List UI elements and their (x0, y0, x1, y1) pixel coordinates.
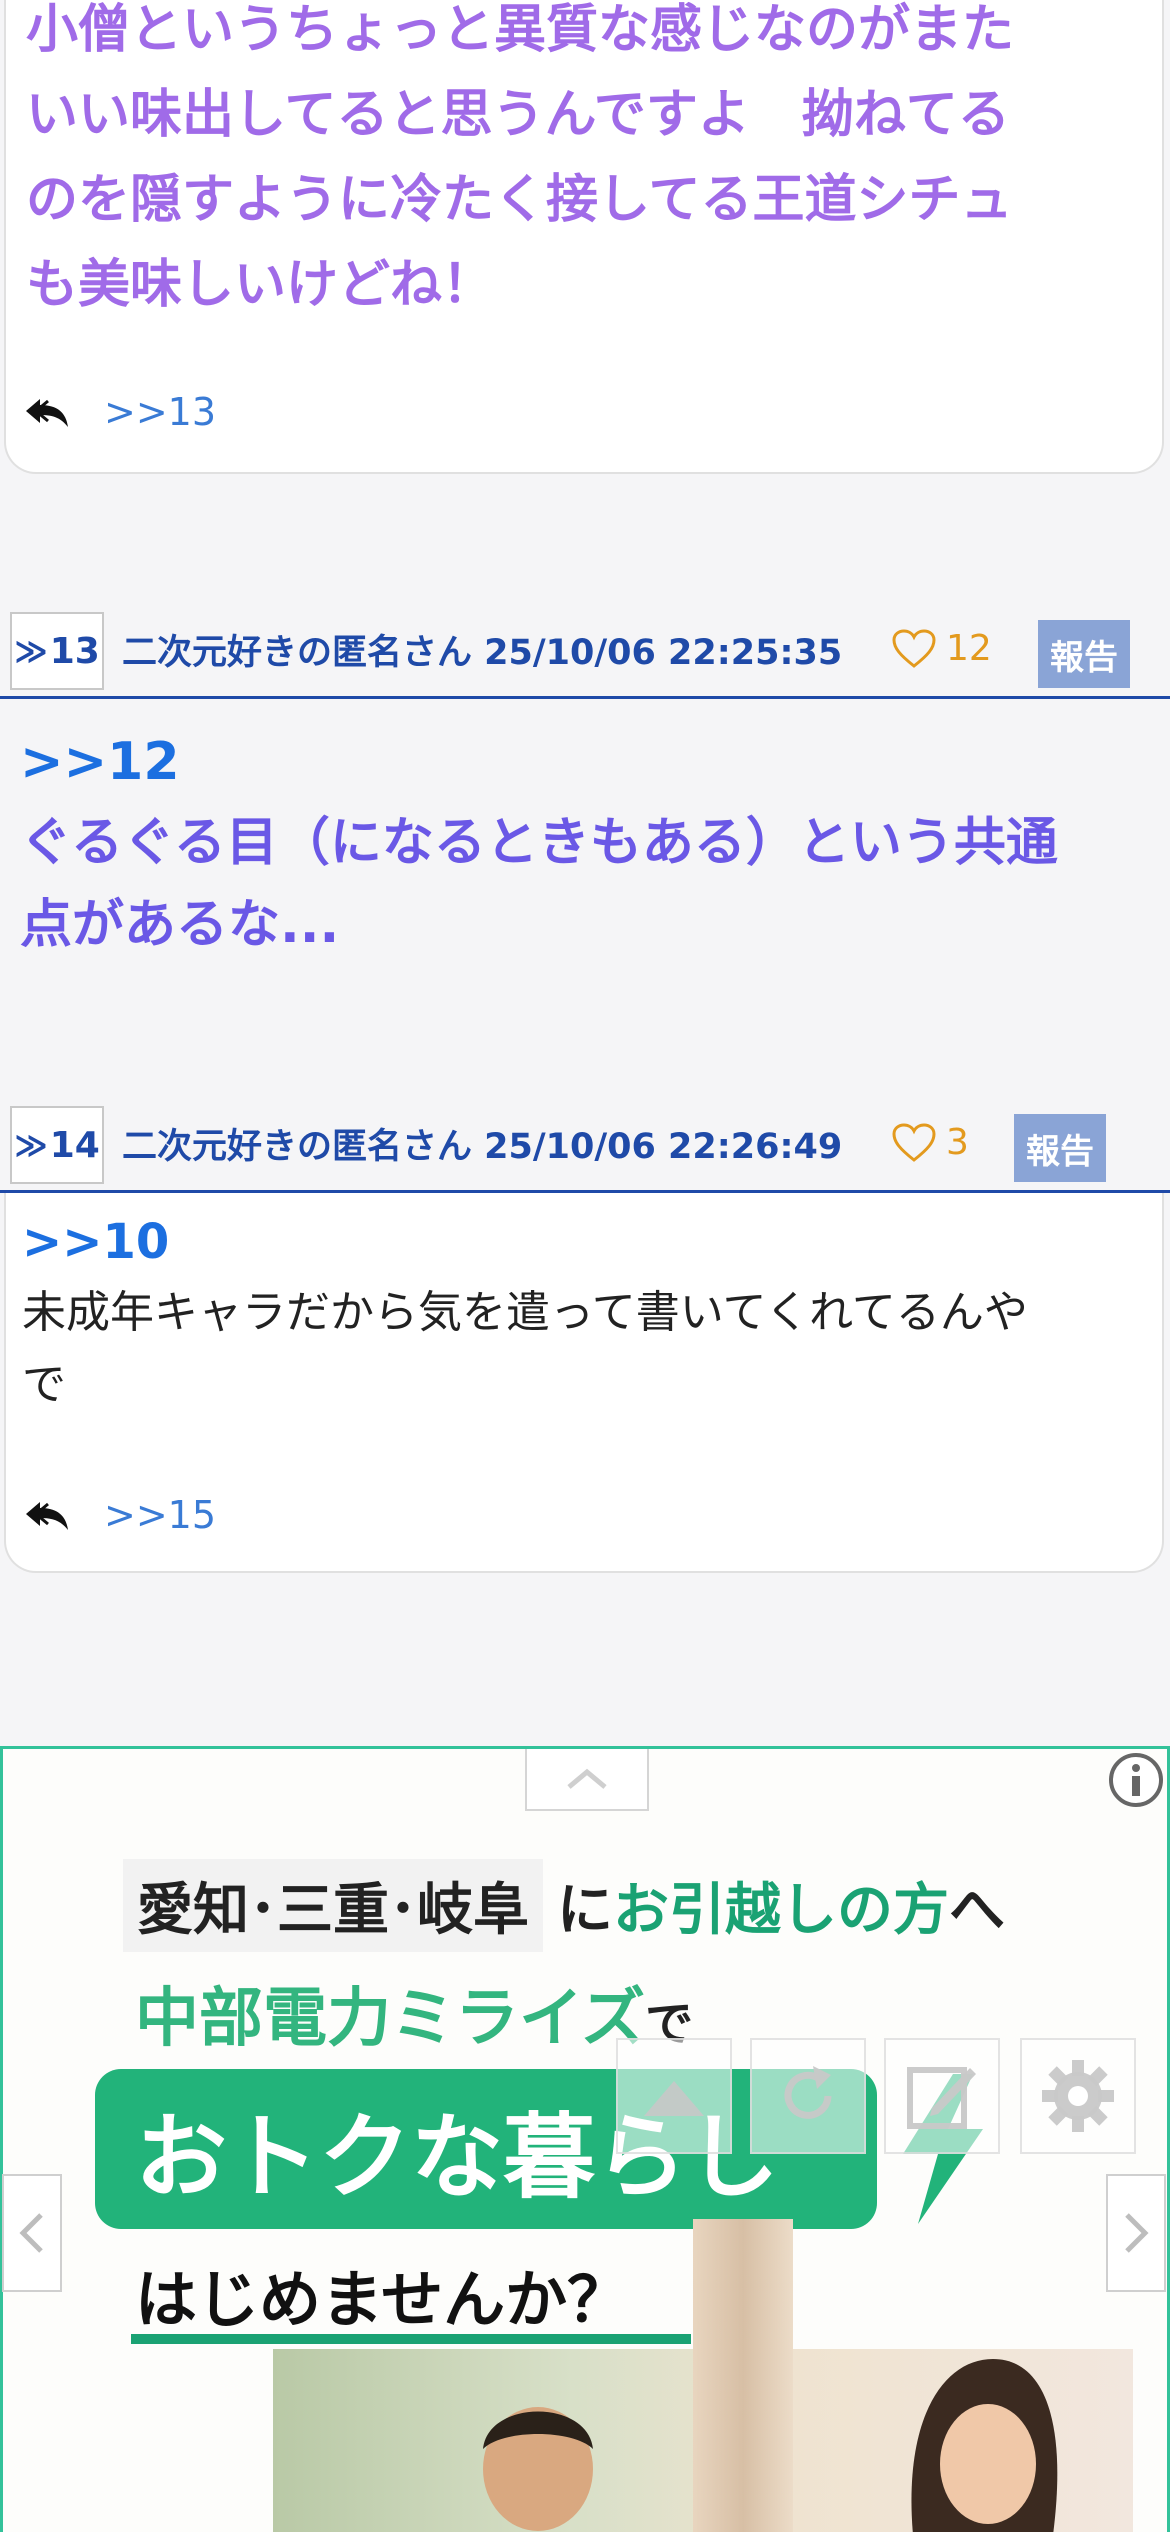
info-icon[interactable] (1107, 1751, 1165, 1809)
ad-photo-person (483, 2407, 593, 2531)
like-button[interactable]: 3 (892, 1122, 969, 1163)
ad-collapse-button[interactable] (525, 1749, 649, 1811)
post-12-line: のを隠すように冷たく接してる王道シチュ (26, 170, 1013, 230)
ad-underline (131, 2334, 691, 2344)
post-anchor-link[interactable]: >>10 (22, 1207, 1142, 1277)
reply-link[interactable]: >>15 (104, 1493, 216, 1537)
post-13-meta: 二次元好きの匿名さん 25/10/06 22:25:35 (122, 633, 843, 673)
ad-cta-line: はじめませんか？ (135, 2263, 630, 2336)
post-13-header: ≫ 13 二次元好きの匿名さん 25/10/06 22:25:35 12 報告 (0, 610, 1170, 699)
post-12-replies[interactable]: >>13 (24, 390, 216, 434)
chevron-left-icon (19, 2213, 43, 2253)
gear-icon (1042, 2060, 1114, 2132)
reply-all-icon (26, 399, 68, 427)
reply-link[interactable]: >>13 (104, 390, 216, 434)
post-12-body: 小僧というちょっと異質な感じなのがまた いい味出してると思うんですよ 拗ねてる … (26, 0, 1146, 328)
like-count: 12 (946, 628, 992, 669)
ad-headline: 愛知･三重･岐阜 にお引越しの方へ (123, 1859, 1005, 1952)
post-number-button[interactable]: ≫ 14 (10, 1106, 104, 1184)
post-13-line: ぐるぐる目（になるときもある）という共通 (20, 813, 1058, 873)
post-anchor-link[interactable]: >>12 (20, 722, 1140, 802)
scroll-top-icon (644, 2081, 704, 2116)
reload-button[interactable] (750, 2038, 866, 2154)
reload-icon (784, 2066, 832, 2119)
ad-photo-curtain (693, 2219, 793, 2532)
post-14-card: >>10 未成年キャラだから気を遣って書いてくれてるんや で >>15 (4, 1193, 1164, 1573)
post-14-meta: 二次元好きの匿名さん 25/10/06 22:26:49 (122, 1127, 843, 1167)
ad-brand-line: 中部電力ミライズで (135, 1982, 694, 2056)
post-13-line: 点があるな... (20, 895, 340, 955)
carousel-next-button[interactable] (1106, 2174, 1166, 2292)
post-12-line: 小僧というちょっと異質な感じなのがまた (26, 0, 1015, 60)
chevron-right-icon (1125, 2213, 1149, 2253)
post-number-button[interactable]: ≫ 13 (10, 612, 104, 690)
post-14-line: 未成年キャラだから気を遣って書いてくれてるんや (22, 1287, 1028, 1338)
heart-icon (892, 628, 936, 668)
post-13-body: >>12 ぐるぐる目（になるときもある）という共通 点があるな... (20, 722, 1140, 966)
chevron-up-icon (567, 1768, 607, 1789)
post-14-line: で (22, 1359, 66, 1410)
post-14-header: ≫ 14 二次元好きの匿名さん 25/10/06 22:26:49 3 報告 (0, 1104, 1170, 1193)
report-button[interactable]: 報告 (1038, 620, 1130, 688)
post-14-replies[interactable]: >>15 (24, 1493, 216, 1537)
compose-icon (907, 2067, 976, 2129)
scroll-top-button[interactable] (616, 2038, 732, 2154)
post-12-line: いい味出してると思うんですよ 拗ねてる (26, 85, 1010, 145)
post-12-line: も美味しいけどね！ (26, 255, 495, 315)
post-14-body: >>10 未成年キャラだから気を遣って書いてくれてるんや で (22, 1207, 1142, 1421)
post-12-card: 小僧というちょっと異質な感じなのがまた いい味出してると思うんですよ 拗ねてる … (4, 0, 1164, 474)
ad-region-tag: 愛知･三重･岐阜 (123, 1859, 543, 1952)
report-button[interactable]: 報告 (1014, 1114, 1106, 1182)
ad-headline-text: にお引越しの方へ (557, 1878, 1005, 1943)
compose-button[interactable] (884, 2038, 1000, 2154)
heart-icon (892, 1122, 936, 1162)
settings-button[interactable] (1020, 2038, 1136, 2154)
like-button[interactable]: 12 (892, 628, 992, 669)
ad-photo-person (911, 2359, 1058, 2532)
like-count: 3 (946, 1122, 969, 1163)
reply-all-icon (26, 1502, 68, 1530)
carousel-prev-button[interactable] (2, 2174, 62, 2292)
